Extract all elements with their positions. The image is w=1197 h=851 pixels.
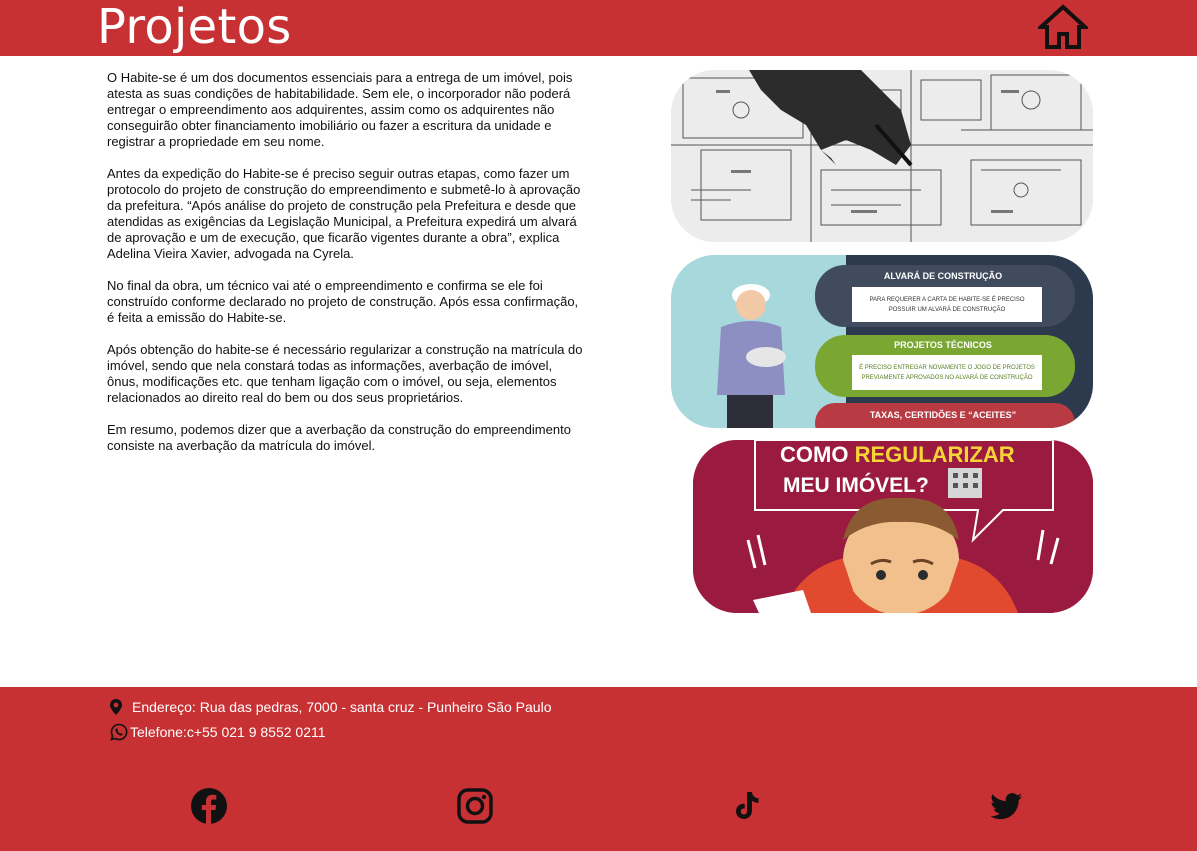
infographic-image: ALVARÁ DE CONSTRUÇÃO PARA REQUERER A CAR… — [671, 255, 1093, 428]
promo-text-meu-imovel: MEU IMÓVEL? — [783, 473, 929, 497]
paragraph: O Habite-se é um dos documentos essencia… — [107, 70, 573, 149]
tiktok-icon — [736, 792, 759, 819]
infographic-text: POSSUIR UM ALVARÁ DE CONSTRUÇÃO — [889, 306, 1006, 313]
facebook-link[interactable] — [190, 787, 228, 825]
phone-line: Telefone:c+55 021 9 8552 0211 — [110, 722, 326, 742]
paragraph: Antes da expedição do Habite-se é precis… — [107, 166, 581, 261]
infographic-heading-3: TAXAS, CERTIDÕES E “ACEITES” — [870, 410, 1016, 420]
infographic-text: PARA REQUERER A CARTA DE HABITE-SE É PRE… — [869, 296, 1024, 303]
infographic-text: PREVIAMENTE APROVADOS NO ALVARÁ DE CONST… — [861, 374, 1032, 381]
infographic-heading-1: ALVARÁ DE CONSTRUÇÃO — [884, 271, 1002, 281]
facebook-icon — [191, 788, 227, 824]
page-header: Projetos — [0, 0, 1197, 56]
building-icon — [948, 468, 982, 498]
home-icon — [1035, 4, 1091, 49]
instagram-icon — [457, 788, 493, 824]
regularizar-image: COMO REGULARIZAR MEU IMÓVEL? — [693, 440, 1093, 613]
home-button[interactable] — [1035, 4, 1091, 50]
tiktok-link[interactable] — [729, 787, 767, 825]
address-text: Endereço: Rua das pedras, 7000 - santa c… — [132, 699, 552, 715]
phone-text: Telefone:c+55 021 9 8552 0211 — [130, 724, 326, 740]
promo-text-como: COMO — [780, 442, 855, 467]
svg-text:COMO REGULARIZAR: COMO REGULARIZAR — [780, 442, 1015, 467]
instagram-link[interactable] — [456, 787, 494, 825]
paragraph: No final da obra, um técnico vai até o e… — [107, 278, 579, 325]
page-title: Projetos — [97, 0, 292, 55]
paragraph: Em resumo, podemos dizer que a averbação… — [107, 422, 571, 453]
twitter-link[interactable] — [987, 787, 1025, 825]
paragraph: Após obtenção do habite-se é necessário … — [107, 342, 583, 405]
page-footer: Endereço: Rua das pedras, 7000 - santa c… — [0, 687, 1197, 851]
infographic-heading-2: PROJETOS TÉCNICOS — [894, 340, 992, 350]
address-line: Endereço: Rua das pedras, 7000 - santa c… — [108, 697, 551, 717]
article-text: O Habite-se é um dos documentos essencia… — [107, 70, 587, 470]
twitter-icon — [990, 793, 1022, 820]
infographic-text: É PRECISO ENTREGAR NOVAMENTE O JOGO DE P… — [859, 364, 1035, 371]
promo-text-regularizar: REGULARIZAR — [855, 442, 1015, 467]
blueprint-image — [671, 70, 1093, 242]
whatsapp-icon — [110, 723, 128, 741]
location-pin-icon — [110, 699, 122, 715]
